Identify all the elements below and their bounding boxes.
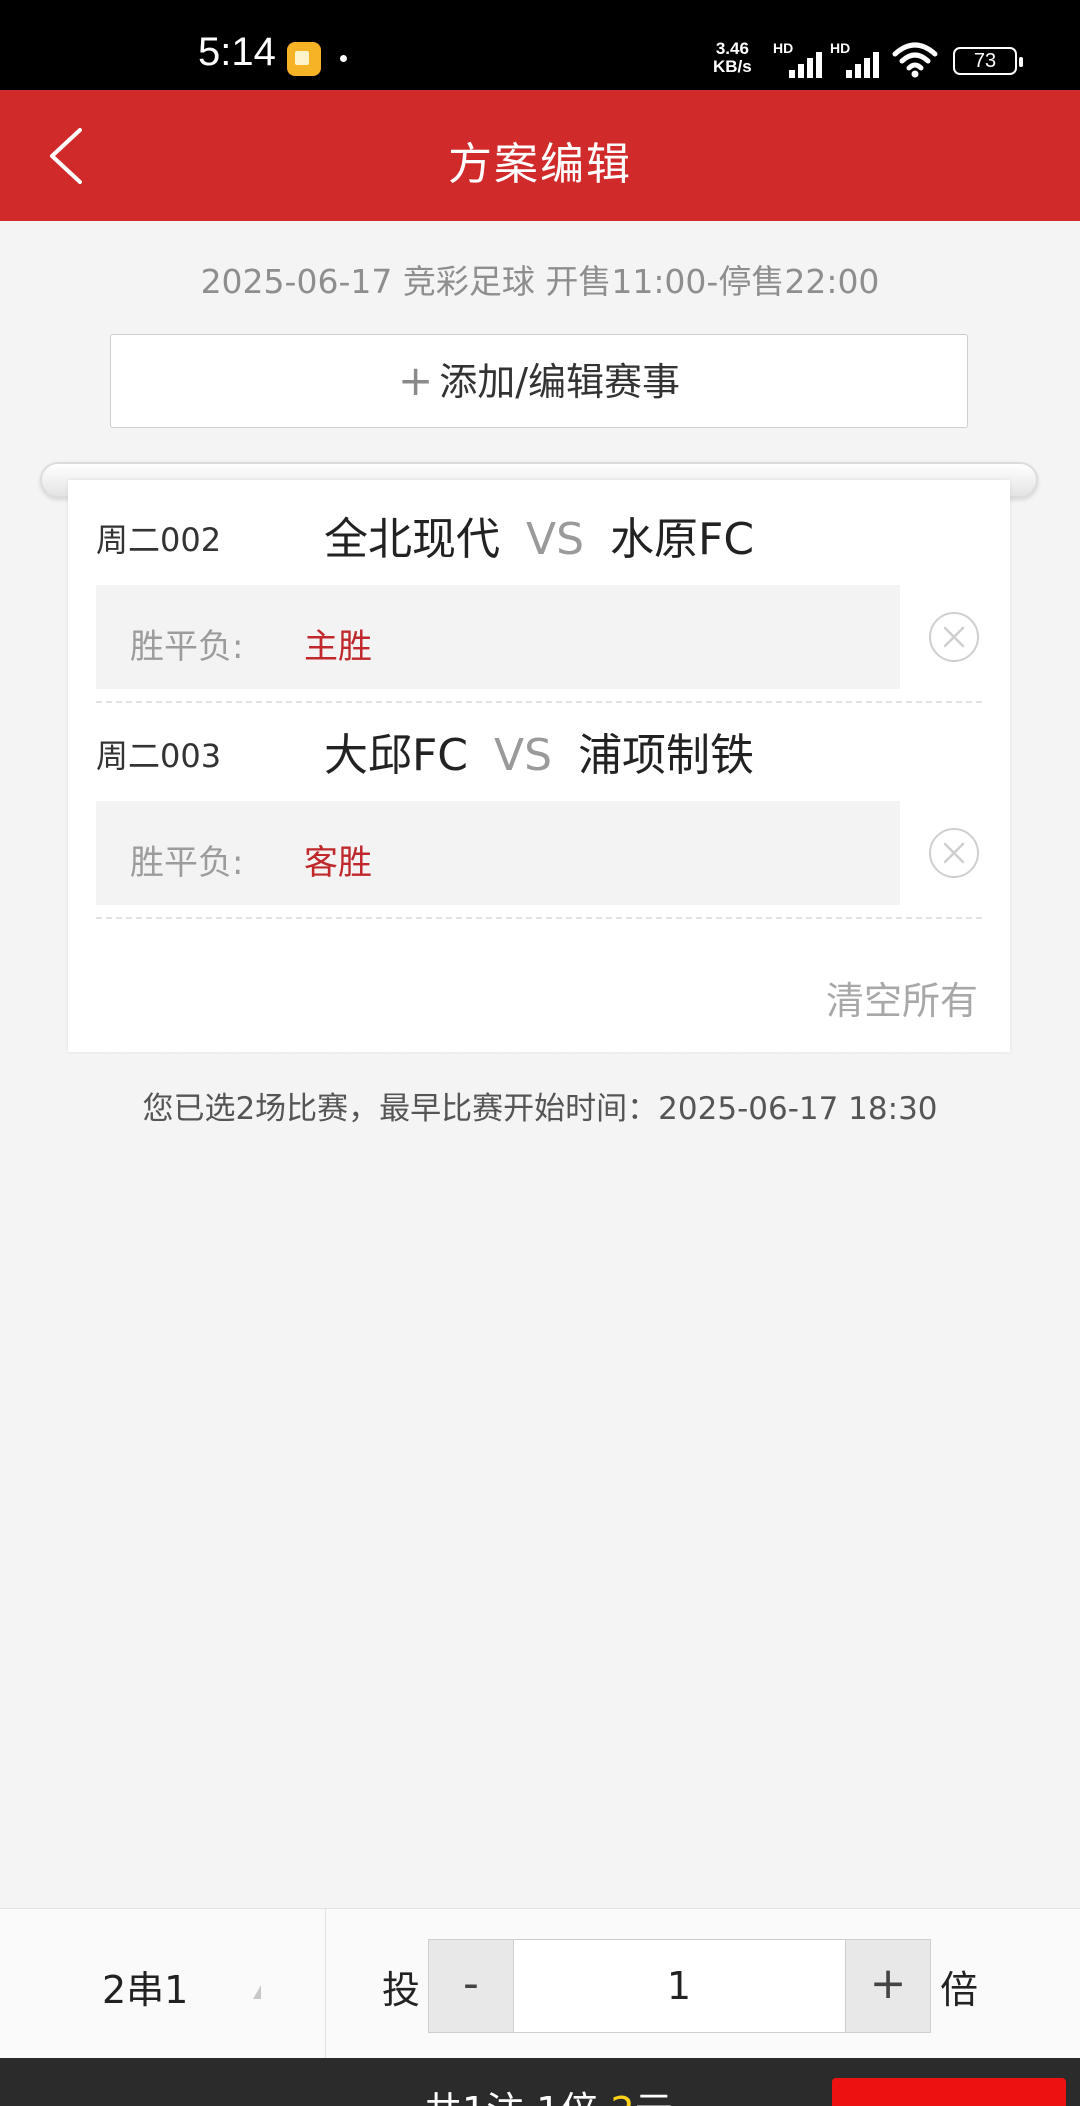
pass-type-value: 2串1: [102, 1968, 189, 2012]
submit-button[interactable]: [832, 2078, 1066, 2106]
away-team: 水原FC: [610, 514, 755, 565]
match-teams: 全北现代 VS 水原FC: [324, 503, 754, 567]
home-team: 大邱FC: [324, 730, 469, 781]
pass-type-select[interactable]: 2串1: [0, 1909, 326, 2059]
bet-controls: 2串1 投 - + 倍: [0, 1908, 1080, 2059]
multiplier-unit-label: 倍: [940, 1968, 979, 2012]
pick-value: 主胜: [304, 627, 372, 667]
ticket-card: 周二002 全北现代 VS 水原FC 胜平负: 主胜 周二003 大邱FC VS 浦项制…: [68, 480, 1010, 1052]
away-team: 浦项制铁: [578, 730, 755, 781]
match-teams: 大邱FC VS 浦项制铁: [324, 719, 754, 783]
decrease-button[interactable]: -: [429, 1940, 514, 2032]
page-title: 方案编辑: [448, 139, 632, 190]
dropdown-caret-icon: [253, 1985, 261, 1999]
signal-2-hd-label: HD: [830, 40, 851, 56]
clear-all-button[interactable]: 清空所有: [826, 970, 978, 1025]
remove-match-icon[interactable]: [928, 827, 980, 879]
signal-2-icon: HD: [830, 40, 884, 78]
signal-1-hd-label: HD: [773, 40, 794, 56]
notification-app-icon: [287, 42, 321, 76]
battery-icon: 73: [953, 47, 1023, 75]
signal-1-icon: HD: [773, 40, 827, 78]
bet-amount: 2: [611, 2089, 635, 2106]
vs-label: VS: [494, 730, 553, 781]
multiplier-stepper: - +: [428, 1939, 931, 2033]
wifi-icon: [892, 42, 938, 78]
add-edit-match-button[interactable]: + 添加/编辑赛事: [110, 334, 968, 428]
increase-button[interactable]: +: [845, 1940, 930, 2032]
plus-icon: +: [397, 356, 434, 405]
match-divider: [96, 701, 982, 703]
selection-summary: 您已选2场比赛，最早比赛开始时间：2025-06-17 18:30: [142, 1091, 938, 1127]
network-speed-unit: KB/s: [713, 57, 752, 76]
bet-total-text: 共1注 1倍 2元: [424, 2080, 673, 2106]
bet-label: 投: [382, 1968, 421, 2012]
bet-total-prefix: 共1注 1倍: [424, 2089, 611, 2106]
vs-label: VS: [526, 514, 585, 565]
notification-dot-icon: [340, 55, 347, 62]
pick-type-label: 胜平负:: [130, 627, 244, 667]
bet-total-suffix: 元: [635, 2089, 673, 2106]
pick-box[interactable]: 胜平负: 主胜: [96, 585, 900, 689]
add-edit-match-label: 添加/编辑赛事: [439, 360, 680, 404]
match-divider: [96, 917, 982, 919]
match-id: 周二002: [96, 521, 222, 559]
remove-match-icon[interactable]: [928, 611, 980, 663]
pick-type-label: 胜平负:: [130, 843, 244, 883]
home-team: 全北现代: [324, 514, 500, 565]
ticket-serrated-edge: [68, 1046, 1010, 1060]
network-speed-value: 3.46: [715, 39, 749, 58]
multiplier-input[interactable]: [515, 1940, 843, 2032]
status-bar: 5:14 3.46 KB/s HD HD 73: [0, 0, 1080, 90]
battery-level: 73: [973, 50, 997, 72]
pick-value: 客胜: [304, 843, 372, 883]
footer-bar: 共1注 1倍 2元: [0, 2058, 1080, 2106]
sale-info-text: 2025-06-17 竞彩足球 开售11:00-停售22:00: [200, 262, 880, 301]
pick-box[interactable]: 胜平负: 客胜: [96, 801, 900, 905]
status-time: 5:14: [198, 30, 276, 74]
match-id: 周二003: [96, 737, 222, 775]
app-bar: 方案编辑: [0, 90, 1080, 221]
network-speed: 3.46 KB/s: [713, 40, 752, 76]
